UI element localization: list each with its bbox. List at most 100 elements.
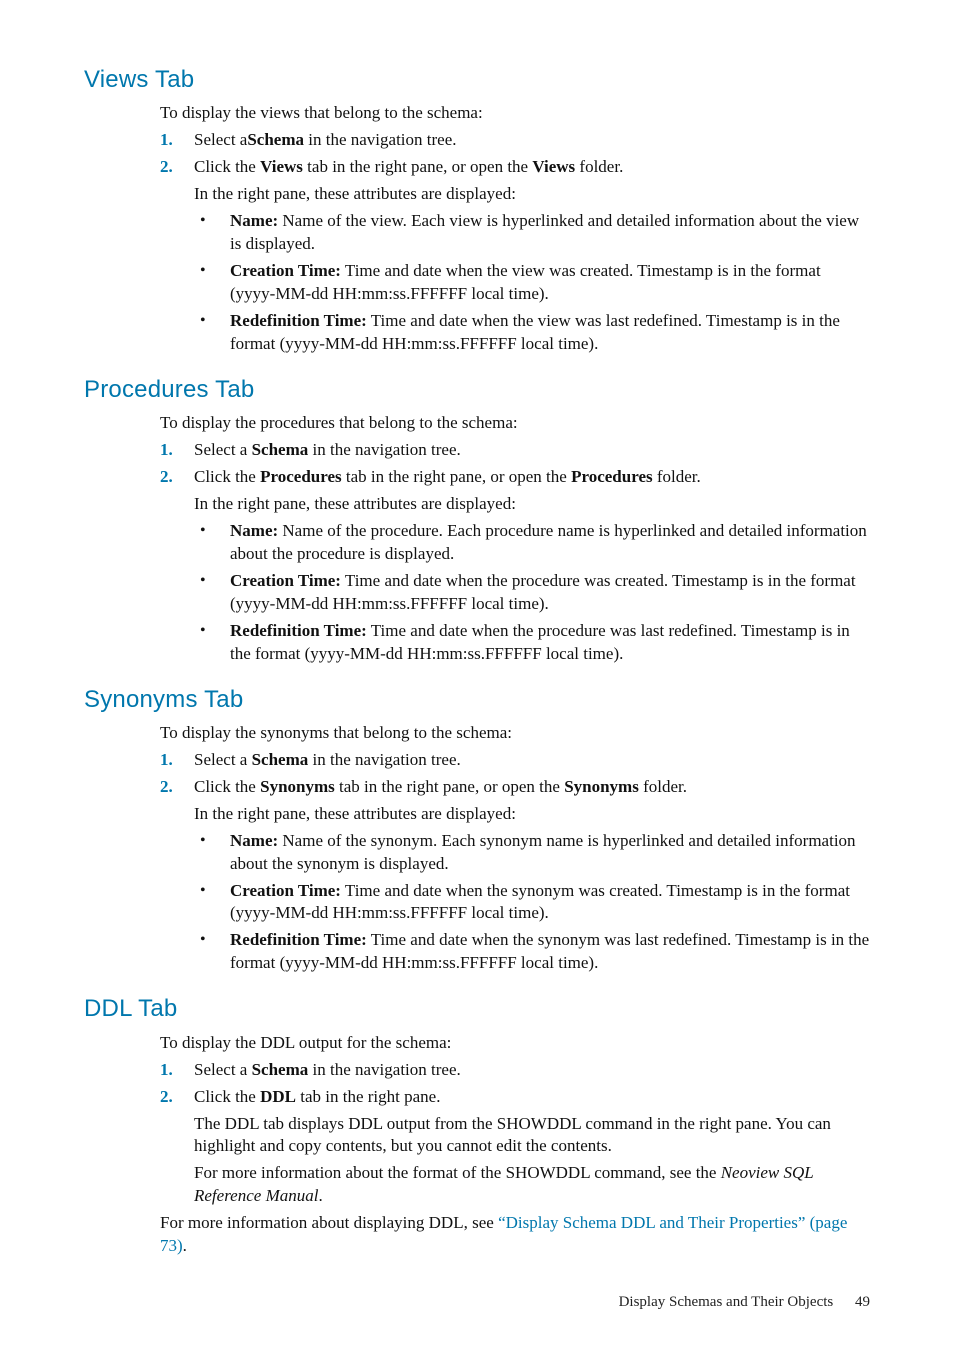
step-body: Select a Schema in the navigation tree. [194, 1059, 870, 1082]
attributes-list: • Name: Name of the synonym. Each synony… [194, 830, 870, 976]
bullet-body: Redefinition Time: Time and date when th… [230, 310, 870, 356]
bold-text: Schema [252, 440, 309, 459]
text: folder. [653, 467, 701, 486]
text: tab in the right pane, or open the [303, 157, 532, 176]
ddl-intro: To display the DDL output for the schema… [160, 1032, 870, 1055]
attributes-list: • Name: Name of the procedure. Each proc… [194, 520, 870, 666]
text: Select a [194, 130, 247, 149]
synonyms-intro: To display the synonyms that belong to t… [160, 722, 870, 745]
page-footer: Display Schemas and Their Objects 49 [84, 1292, 870, 1312]
bold-text: Name: [230, 521, 278, 540]
text: For more information about displaying DD… [160, 1213, 498, 1232]
text: in the navigation tree. [304, 130, 456, 149]
list-item: • Creation Time: Time and date when the … [194, 260, 870, 306]
step-number: 2. [160, 776, 194, 980]
bold-text: Schema [247, 130, 304, 149]
list-item: 2. Click the Synonyms tab in the right p… [160, 776, 870, 980]
step-body: Click the Views tab in the right pane, o… [194, 156, 870, 360]
list-item: 1. Select a Schema in the navigation tre… [160, 439, 870, 462]
ddl-closing: For more information about displaying DD… [160, 1212, 870, 1258]
step-body: Click the DDL tab in the right pane. The… [194, 1086, 870, 1209]
sub-intro: In the right pane, these attributes are … [194, 183, 870, 206]
bullet-icon: • [194, 880, 230, 926]
text: tab in the right pane, or open the [342, 467, 571, 486]
bold-text: Redefinition Time: [230, 311, 367, 330]
text: Select a [194, 440, 252, 459]
bold-text: Creation Time: [230, 881, 341, 900]
bullet-icon: • [194, 570, 230, 616]
list-item: • Redefinition Time: Time and date when … [194, 620, 870, 666]
bullet-icon: • [194, 260, 230, 306]
attributes-list: • Name: Name of the view. Each view is h… [194, 210, 870, 356]
bold-text: Synonyms [260, 777, 335, 796]
step-number: 2. [160, 1086, 194, 1209]
bullet-body: Creation Time: Time and date when the sy… [230, 880, 870, 926]
procedures-steps: 1. Select a Schema in the navigation tre… [160, 439, 870, 669]
step-number: 2. [160, 156, 194, 360]
step-number: 1. [160, 749, 194, 772]
bullet-body: Name: Name of the view. Each view is hyp… [230, 210, 870, 256]
bold-text: Schema [252, 1060, 309, 1079]
bullet-icon: • [194, 210, 230, 256]
bullet-body: Creation Time: Time and date when the pr… [230, 570, 870, 616]
text: folder. [639, 777, 687, 796]
step-number: 2. [160, 466, 194, 670]
paragraph: The DDL tab displays DDL output from the… [194, 1113, 870, 1159]
list-item: 2. Click the DDL tab in the right pane. … [160, 1086, 870, 1209]
bullet-body: Creation Time: Time and date when the vi… [230, 260, 870, 306]
bold-text: Schema [252, 750, 309, 769]
step-body: Select aSchema in the navigation tree. [194, 129, 870, 152]
text: Select a [194, 1060, 252, 1079]
step-body: Click the Synonyms tab in the right pane… [194, 776, 870, 980]
step-body: Select a Schema in the navigation tree. [194, 749, 870, 772]
text: in the navigation tree. [308, 1060, 460, 1079]
text: Click the [194, 467, 260, 486]
bold-text: Creation Time: [230, 571, 341, 590]
list-item: 1. Select a Schema in the navigation tre… [160, 1059, 870, 1082]
views-intro: To display the views that belong to the … [160, 102, 870, 125]
views-steps: 1. Select aSchema in the navigation tree… [160, 129, 870, 359]
bullet-icon: • [194, 310, 230, 356]
text: Name of the synonym. Each synonym name i… [230, 831, 856, 873]
text: folder. [575, 157, 623, 176]
bold-text: Redefinition Time: [230, 930, 367, 949]
bullet-icon: • [194, 929, 230, 975]
list-item: • Name: Name of the synonym. Each synony… [194, 830, 870, 876]
sub-intro: In the right pane, these attributes are … [194, 493, 870, 516]
bold-text: Synonyms [564, 777, 639, 796]
step-number: 1. [160, 1059, 194, 1082]
heading-views-tab: Views Tab [84, 64, 870, 96]
list-item: • Creation Time: Time and date when the … [194, 570, 870, 616]
bold-text: Views [532, 157, 575, 176]
list-item: • Redefinition Time: Time and date when … [194, 310, 870, 356]
text: . [183, 1236, 187, 1255]
bullet-body: Redefinition Time: Time and date when th… [230, 620, 870, 666]
ddl-steps: 1. Select a Schema in the navigation tre… [160, 1059, 870, 1209]
bold-text: Name: [230, 211, 278, 230]
bold-text: Procedures [260, 467, 342, 486]
list-item: • Creation Time: Time and date when the … [194, 880, 870, 926]
bullet-body: Name: Name of the synonym. Each synonym … [230, 830, 870, 876]
text: Name of the procedure. Each procedure na… [230, 521, 867, 563]
heading-synonyms-tab: Synonyms Tab [84, 684, 870, 716]
bullet-icon: • [194, 830, 230, 876]
step-body: Select a Schema in the navigation tree. [194, 439, 870, 462]
list-item: 2. Click the Views tab in the right pane… [160, 156, 870, 360]
text: Click the [194, 157, 260, 176]
list-item: 2. Click the Procedures tab in the right… [160, 466, 870, 670]
list-item: • Name: Name of the view. Each view is h… [194, 210, 870, 256]
text: Click the [194, 777, 260, 796]
list-item: 1. Select aSchema in the navigation tree… [160, 129, 870, 152]
bullet-body: Redefinition Time: Time and date when th… [230, 929, 870, 975]
bullet-body: Name: Name of the procedure. Each proced… [230, 520, 870, 566]
footer-title: Display Schemas and Their Objects [619, 1294, 834, 1310]
list-item: • Name: Name of the procedure. Each proc… [194, 520, 870, 566]
procedures-intro: To display the procedures that belong to… [160, 412, 870, 435]
heading-ddl-tab: DDL Tab [84, 993, 870, 1025]
text: Name of the view. Each view is hyperlink… [230, 211, 859, 253]
bold-text: DDL [260, 1087, 296, 1106]
text: . [318, 1186, 322, 1205]
step-body: Click the Procedures tab in the right pa… [194, 466, 870, 670]
text: in the navigation tree. [308, 440, 460, 459]
list-item: 1. Select a Schema in the navigation tre… [160, 749, 870, 772]
